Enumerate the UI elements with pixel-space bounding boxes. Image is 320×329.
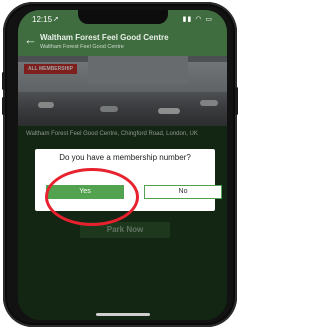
power-button <box>235 87 238 115</box>
status-icons: ▮▮ ◠ ▭ <box>183 15 213 23</box>
no-button[interactable]: No <box>144 185 222 199</box>
phone-frame: 12:15 ➚ ▮▮ ◠ ▭ ← Waltham Forest Feel Goo… <box>2 2 238 327</box>
volume-down-button <box>2 97 5 115</box>
wifi-icon: ◠ <box>195 16 203 23</box>
page-subtitle: Waltham Forest Feel Good Centre <box>40 44 124 50</box>
battery-icon: ▭ <box>205 16 213 23</box>
volume-up-button <box>2 72 5 90</box>
back-arrow-icon[interactable]: ← <box>24 32 37 47</box>
page-title: Waltham Forest Feel Good Centre <box>40 33 169 42</box>
highlight-circle <box>45 168 139 226</box>
location-arrow-icon: ➚ <box>53 16 59 23</box>
app-screen: 12:15 ➚ ▮▮ ◠ ▭ ← Waltham Forest Feel Goo… <box>18 10 227 320</box>
status-time: 12:15 <box>32 15 53 24</box>
notch <box>78 10 168 24</box>
signal-icon: ▮▮ <box>182 16 193 23</box>
app-header: ← Waltham Forest Feel Good Centre Waltha… <box>18 28 227 56</box>
home-indicator <box>96 313 150 316</box>
dialog-question: Do you have a membership number? <box>59 153 191 162</box>
